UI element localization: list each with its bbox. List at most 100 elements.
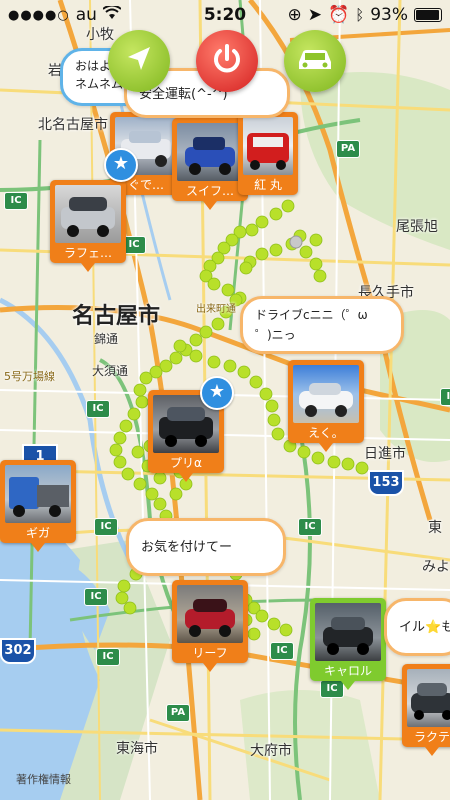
route-dot — [127, 407, 141, 421]
car-pin-giga[interactable]: ギガ — [0, 460, 76, 552]
car-photo — [5, 465, 71, 523]
route-dot — [115, 591, 129, 605]
car-photo — [407, 669, 450, 727]
route-dot — [169, 351, 183, 365]
ic-sign: IC — [4, 192, 28, 210]
route-dot — [145, 487, 159, 501]
ic-sign: IC — [96, 648, 120, 666]
car-pin-lafesta[interactable]: ラフェ… — [50, 180, 126, 272]
place-label-owari-asahi: 尾張旭 — [396, 219, 438, 235]
place-label-okubo: 大須通 — [92, 364, 129, 378]
car-pin-swift[interactable]: スイフ… — [172, 118, 248, 210]
car-pin-leaf[interactable]: リーフ — [172, 580, 248, 672]
route-dot — [113, 431, 127, 445]
car-photo — [55, 185, 121, 243]
route-dot — [271, 427, 285, 441]
route-dot — [259, 387, 273, 401]
pa-sign: PA — [166, 704, 190, 722]
navigate-button[interactable] — [108, 30, 170, 92]
ic-sign: IC — [84, 588, 108, 606]
route-dot — [153, 471, 167, 485]
route-dot — [207, 355, 221, 369]
map-view[interactable]: 小牧 岩 北名古屋市 尾張旭 長久手市 名古屋市 日進市 錦通 大須通 東 みよ… — [0, 0, 450, 800]
ic-sign: IC — [94, 518, 118, 536]
route-dot — [313, 269, 327, 283]
pa-sign: PA — [336, 140, 360, 158]
place-label-nagoya: 名古屋市 — [72, 304, 161, 329]
route-dot — [309, 233, 323, 247]
car-pin-name: 紅 丸 — [254, 178, 282, 192]
ic-sign: IC — [298, 518, 322, 536]
route-dot — [131, 445, 145, 459]
route-dot — [237, 365, 251, 379]
route-dot — [135, 395, 149, 409]
route-shield-302: 302 — [0, 638, 36, 664]
battery-icon — [414, 8, 442, 22]
route-dot — [139, 371, 153, 385]
car-photo — [243, 117, 293, 175]
route-dot — [327, 455, 341, 469]
route-dot — [255, 247, 269, 261]
car-photo — [315, 603, 381, 661]
route-dot — [121, 467, 135, 481]
route-dot — [245, 223, 259, 237]
route-dot — [255, 215, 269, 229]
car-pin-name: えく。 — [308, 426, 344, 440]
route-dot — [189, 349, 203, 363]
ic-sign: IC — [440, 388, 450, 406]
car-pin-name: キャロル — [323, 664, 372, 678]
route-dot — [297, 445, 311, 459]
route-dot — [113, 455, 127, 469]
speech-bubble-careful[interactable]: お気を付けてー — [126, 518, 286, 576]
road-label-degi: 出来町通 — [196, 304, 236, 315]
speech-bubble-drive[interactable]: ドライブcニニ（゜ω ゜)ニっ — [240, 296, 404, 354]
route-dot — [223, 359, 237, 373]
route-dot — [239, 261, 253, 275]
route-dot — [311, 451, 325, 465]
route-dot — [211, 317, 225, 331]
car-pin-benimaru[interactable]: 紅 丸 — [238, 112, 298, 195]
car-pin-carol[interactable]: キャロル — [310, 598, 386, 690]
route-dot — [173, 339, 187, 353]
car-icon — [295, 44, 335, 78]
route-dot — [169, 487, 183, 501]
car-pin-eku[interactable]: えく。 — [288, 360, 364, 452]
battery-percent: 93% — [370, 5, 408, 25]
navigation-arrow-icon — [124, 44, 154, 78]
route-dot — [221, 283, 235, 297]
orientation-lock-icon: ⊕ — [287, 5, 302, 25]
car-pin-lacte[interactable]: ラクテ — [402, 664, 450, 756]
location-arrow-icon: ➤ — [307, 5, 323, 25]
ic-sign: IC — [270, 642, 294, 660]
wifi-icon — [102, 4, 122, 25]
route-dot — [207, 277, 221, 291]
car-pin-name: ラクテ — [413, 730, 450, 744]
road-label-route5: 5号万場線 — [4, 370, 55, 383]
route-dot — [269, 207, 283, 221]
route-shield-153: 153 — [368, 470, 404, 496]
route-dot — [341, 457, 355, 471]
place-label-miyo: みよ — [422, 559, 450, 575]
car-pin-name: プリα — [170, 456, 202, 470]
alarm-icon: ⏰ — [328, 5, 350, 25]
place-label-higashi: 東 — [428, 520, 442, 536]
route-dot — [119, 419, 133, 433]
car-pin-name: スイフ… — [185, 184, 234, 198]
route-dot — [267, 413, 281, 427]
status-bar: ●●●●○ au 5:20 ⊕ ➤ ⏰ ᛒ 93% — [0, 0, 450, 30]
favorite-star-icon[interactable]: ★ — [200, 376, 234, 410]
route-dot — [269, 243, 283, 257]
route-dot — [265, 399, 279, 413]
copyright-link[interactable]: 著作権情報 — [16, 771, 71, 787]
car-button[interactable] — [284, 30, 346, 92]
power-button[interactable] — [196, 30, 258, 92]
route-dot — [189, 333, 203, 347]
place-label-tokai: 東海市 — [116, 741, 158, 757]
place-label-nisshin: 日進市 — [364, 446, 406, 462]
favorite-star-icon[interactable]: ★ — [104, 148, 138, 182]
route-dot — [299, 245, 313, 259]
car-pin-name: リーフ — [192, 646, 228, 660]
route-dot — [255, 609, 269, 623]
bluetooth-icon: ᛒ — [355, 6, 365, 24]
speech-bubble-smile[interactable]: イル⭐もよ — [384, 598, 450, 656]
